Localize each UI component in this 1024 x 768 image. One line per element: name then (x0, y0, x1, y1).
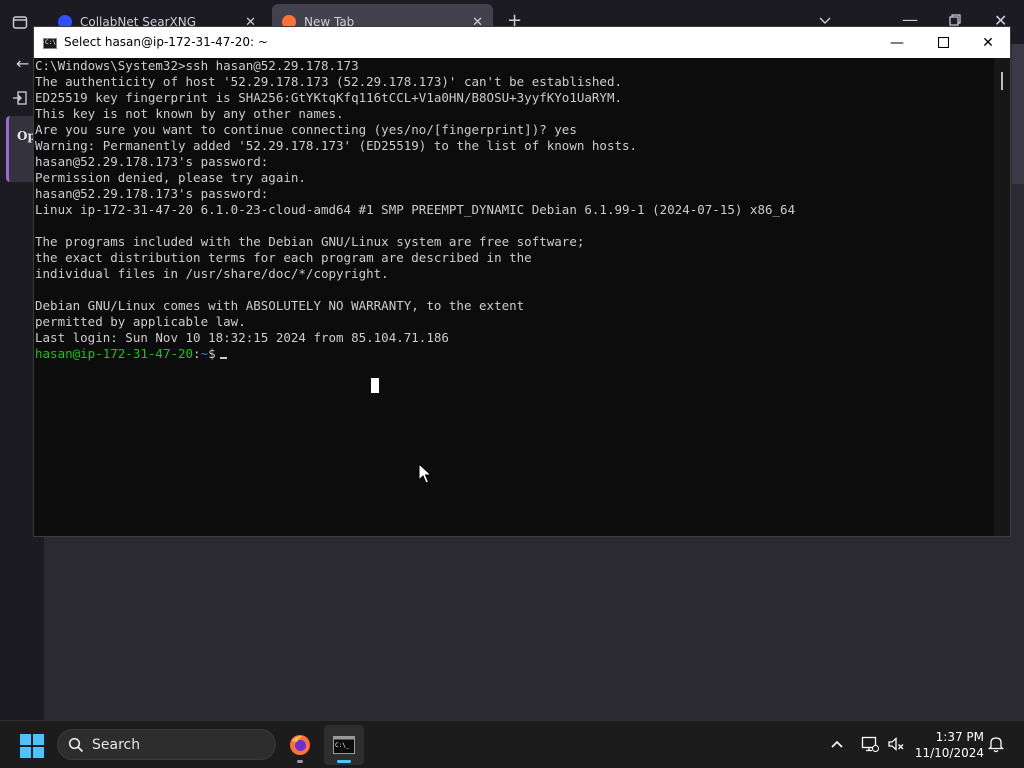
running-indicator (297, 760, 303, 763)
terminal-close-button[interactable]: ✕ (965, 27, 1011, 58)
terminal-line: hasan@52.29.178.173's password: (35, 186, 269, 201)
terminal-line: C:\Windows\System32>ssh hasan@52.29.178.… (35, 58, 359, 73)
taskbar-terminal-button[interactable]: C:\_ (324, 725, 364, 765)
taskbar-clock[interactable]: 1:37 PM 11/10/2024 (914, 729, 984, 761)
browser-right-scrollbar[interactable] (1012, 44, 1024, 184)
scrollbar-thumb[interactable] (1001, 72, 1003, 90)
search-label: Search (92, 736, 141, 753)
terminal-line: This key is not known by any other names… (35, 106, 344, 121)
terminal-line: the exact distribution terms for each pr… (35, 250, 532, 265)
clock-date: 11/10/2024 (914, 746, 984, 760)
terminal-prompt-line[interactable]: hasan@ip-172-31-47-20:~$ (35, 346, 227, 362)
firefox-icon (290, 735, 310, 755)
mouse-pointer-icon (418, 463, 432, 484)
terminal-title-bar[interactable]: C:\ Select hasan@ip-172-31-47-20: ~ — ✕ (34, 27, 1010, 58)
search-icon (68, 737, 84, 753)
terminal-window[interactable]: C:\ Select hasan@ip-172-31-47-20: ~ — ✕ … (33, 26, 1011, 537)
sign-in-icon[interactable] (12, 90, 28, 109)
terminal-scrollbar[interactable] (994, 58, 1010, 536)
active-indicator (337, 760, 351, 763)
terminal-icon: C:\_ (333, 736, 355, 754)
network-icon[interactable] (861, 735, 879, 757)
terminal-line: individual files in /usr/share/doc/*/cop… (35, 266, 389, 281)
clock-time: 1:37 PM (935, 730, 984, 744)
terminal-line: permitted by applicable law. (35, 314, 246, 329)
terminal-line: Debian GNU/Linux comes with ABSOLUTELY N… (35, 298, 525, 313)
taskbar-firefox-button[interactable] (280, 725, 320, 765)
notification-bell-icon[interactable] (987, 735, 1005, 757)
terminal-line: Are you sure you want to continue connec… (35, 122, 577, 137)
prompt-separator: : (193, 346, 201, 361)
taskbar-search-box[interactable]: Search (57, 729, 276, 760)
terminal-line: The authenticity of host '52.29.178.173 … (35, 74, 622, 89)
volume-muted-icon[interactable] (887, 735, 905, 757)
taskbar: Search C:\_ 1:37 PM 11/10/2024 (0, 720, 1024, 768)
svg-text:C:\_: C:\_ (335, 742, 350, 749)
terminal-output[interactable]: C:\Windows\System32>ssh hasan@52.29.178.… (34, 58, 994, 536)
prompt-path: ~ (200, 346, 209, 361)
terminal-line: ED25519 key fingerprint is SHA256:GtYKtq… (35, 90, 622, 105)
terminal-line: hasan@52.29.178.173's password: (35, 154, 269, 169)
text-cursor (219, 357, 227, 359)
terminal-minimize-button[interactable]: — (874, 27, 920, 58)
terminal-line: Warning: Permanently added '52.29.178.17… (35, 138, 638, 153)
terminal-line: Linux ip-172-31-47-20 6.1.0-23-cloud-amd… (35, 202, 796, 217)
terminal-line: Permission denied, please try again. (35, 170, 306, 185)
terminal-title: Select hasan@ip-172-31-47-20: ~ (64, 35, 268, 49)
prompt-symbol: $ (208, 346, 216, 361)
prompt-user-host: hasan@ip-172-31-47-20 (35, 346, 194, 361)
terminal-line: Last login: Sun Nov 10 18:32:15 2024 fro… (35, 330, 449, 345)
terminal-maximize-button[interactable] (920, 27, 966, 58)
show-hidden-icons-chevron-icon[interactable] (830, 737, 844, 753)
cmd-app-icon: C:\ (43, 38, 57, 49)
block-cursor (371, 378, 379, 393)
terminal-line: The programs included with the Debian GN… (35, 234, 585, 249)
windows-start-icon[interactable] (20, 734, 44, 758)
back-arrow-icon[interactable]: ← (16, 56, 29, 72)
tab-list-icon[interactable] (12, 14, 28, 33)
